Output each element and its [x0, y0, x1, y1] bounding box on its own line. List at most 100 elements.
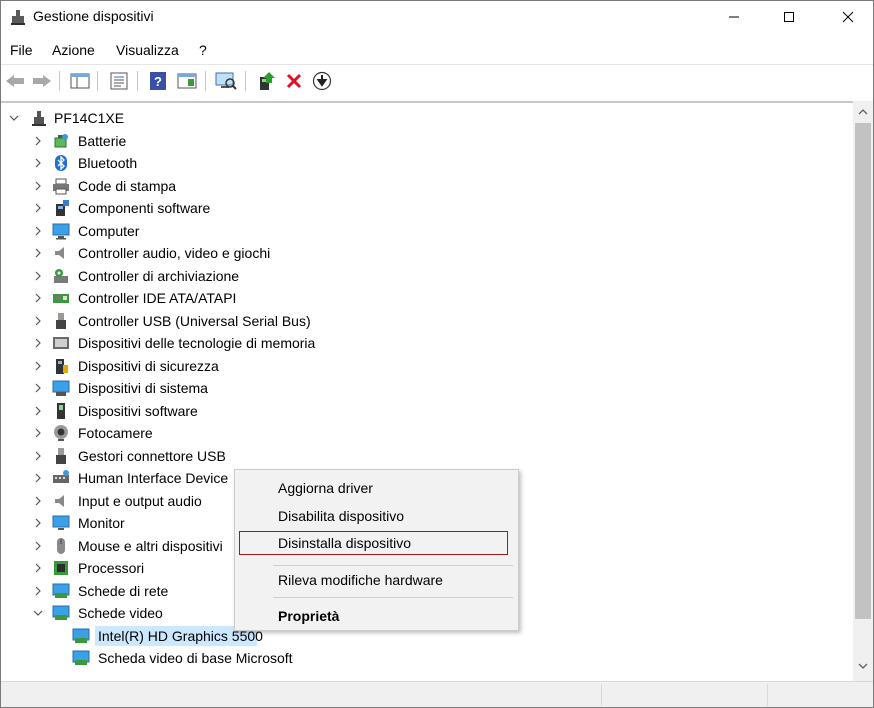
expand-toggle[interactable] [33, 586, 43, 596]
tree-category[interactable]: Componenti software [1, 197, 851, 219]
maximize-button[interactable] [766, 1, 812, 33]
ctx-disable-device[interactable]: Disabilita dispositivo [235, 504, 518, 528]
chevron-right-icon [35, 158, 41, 168]
chevron-right-icon [35, 361, 41, 370]
ctx-scan-hardware-changes[interactable]: Rileva modifiche hardware [235, 568, 518, 592]
chevron-right-icon [35, 271, 41, 280]
toolbar: ? [1, 64, 873, 96]
tree-category[interactable]: Controller IDE ATA/ATAPI [1, 287, 851, 309]
scan-hardware-button[interactable] [215, 70, 237, 92]
help-button[interactable]: ? [147, 70, 169, 92]
toolbar-separator [59, 71, 60, 91]
tree-category-label: Gestori connettore USB [78, 447, 226, 464]
back-icon [6, 75, 24, 87]
tree-category[interactable]: Computer [1, 220, 851, 242]
chevron-right-icon [35, 203, 41, 213]
back-button[interactable] [4, 70, 26, 92]
expand-toggle[interactable] [33, 518, 43, 528]
chevron-right-icon [35, 406, 41, 415]
expand-toggle[interactable] [33, 406, 43, 416]
tree-category[interactable]: Bluetooth [1, 152, 851, 174]
tree-category[interactable]: Dispositivi di sicurezza [1, 355, 851, 377]
expand-toggle[interactable] [33, 226, 43, 236]
printer-icon [53, 178, 69, 194]
context-menu: Aggiorna driver Disabilita dispositivo D… [234, 469, 519, 631]
tree-category-label: Componenti software [78, 200, 211, 216]
expand-toggle[interactable] [33, 383, 43, 393]
tree-category-label: Monitor [78, 515, 125, 531]
expand-toggle[interactable] [33, 563, 43, 573]
expand-toggle[interactable] [33, 608, 43, 618]
expand-toggle[interactable] [33, 248, 43, 258]
scroll-down-button[interactable] [853, 659, 873, 673]
expand-toggle[interactable] [33, 541, 43, 551]
expand-toggle[interactable] [33, 293, 43, 303]
scroll-thumb[interactable] [855, 123, 871, 619]
chevron-right-icon [35, 428, 41, 438]
forward-button[interactable] [31, 70, 53, 92]
tree-category[interactable]: Batterie [1, 130, 851, 152]
tree-root-label: PF14C1XE [54, 110, 125, 126]
expand-toggle[interactable] [33, 338, 43, 348]
tree-category[interactable]: Controller audio, video e giochi [1, 242, 851, 264]
tree-category[interactable]: Dispositivi software [1, 400, 851, 422]
expand-toggle[interactable] [33, 203, 43, 213]
help-icon: ? [150, 72, 166, 90]
usb-icon [56, 312, 66, 329]
action-pane-button[interactable] [176, 70, 198, 92]
ctx-update-driver[interactable]: Aggiorna driver [235, 476, 518, 500]
tree-category[interactable]: Dispositivi delle tecnologie di memoria [1, 332, 851, 354]
tree-category[interactable]: Gestori connettore USB [1, 445, 851, 467]
menu-file[interactable]: File [10, 42, 33, 58]
expand-toggle[interactable] [9, 113, 19, 123]
toolbar-separator [245, 71, 246, 91]
expand-toggle[interactable] [33, 271, 43, 281]
scroll-up-button[interactable] [853, 105, 873, 119]
tree-category-label: Computer [78, 222, 140, 239]
expand-toggle[interactable] [33, 158, 43, 168]
tree-category-label: Dispositivi delle tecnologie di memoria [78, 335, 316, 351]
ctx-uninstall-device[interactable]: Disinstalla dispositivo [239, 531, 508, 555]
chevron-right-icon [35, 586, 41, 595]
expand-toggle[interactable] [33, 496, 43, 506]
menu-azione[interactable]: Azione [52, 42, 95, 58]
disable-device-button[interactable] [311, 70, 333, 92]
expand-toggle[interactable] [33, 136, 43, 146]
expand-toggle[interactable] [33, 181, 43, 191]
console-tree-button[interactable] [69, 70, 91, 92]
monitor-icon [52, 515, 70, 530]
vertical-scrollbar[interactable] [853, 101, 873, 681]
tree-category[interactable]: Dispositivi di sistema [1, 377, 851, 399]
expand-toggle[interactable] [33, 316, 43, 326]
expand-toggle[interactable] [33, 428, 43, 438]
tree-category[interactable]: Controller di archiviazione [1, 265, 851, 287]
processor-icon [54, 561, 68, 575]
menu-visualizza[interactable]: Visualizza [116, 42, 179, 58]
tree-root-node[interactable]: PF14C1XE [1, 107, 851, 129]
tree-device[interactable]: Scheda video di base Microsoft [1, 647, 851, 669]
tree-category[interactable]: Code di stampa [1, 175, 851, 197]
expand-toggle[interactable] [33, 451, 43, 461]
close-button[interactable] [825, 1, 871, 33]
chevron-right-icon [35, 293, 41, 303]
scan-hardware-icon [215, 72, 237, 90]
camera-icon [54, 425, 68, 441]
expand-toggle[interactable] [33, 473, 43, 483]
expand-toggle[interactable] [33, 361, 43, 371]
tree-category[interactable]: Controller USB (Universal Serial Bus) [1, 310, 851, 332]
software-component-icon [56, 200, 69, 216]
tree-category[interactable]: Fotocamere [1, 422, 851, 444]
update-driver-button[interactable] [255, 70, 277, 92]
chevron-right-icon [35, 181, 41, 190]
toolbar-separator [205, 71, 206, 91]
ctx-separator [273, 565, 513, 566]
menu-help[interactable]: ? [199, 42, 207, 58]
tree-category-label: Dispositivi di sistema [78, 380, 208, 396]
ctx-properties[interactable]: Proprietà [235, 604, 518, 628]
properties-icon [110, 72, 128, 90]
tree-category-label: Dispositivi di sicurezza [78, 357, 219, 374]
uninstall-device-button[interactable] [283, 70, 305, 92]
properties-button[interactable] [108, 70, 130, 92]
minimize-button[interactable] [711, 1, 757, 33]
battery-icon [54, 133, 68, 147]
